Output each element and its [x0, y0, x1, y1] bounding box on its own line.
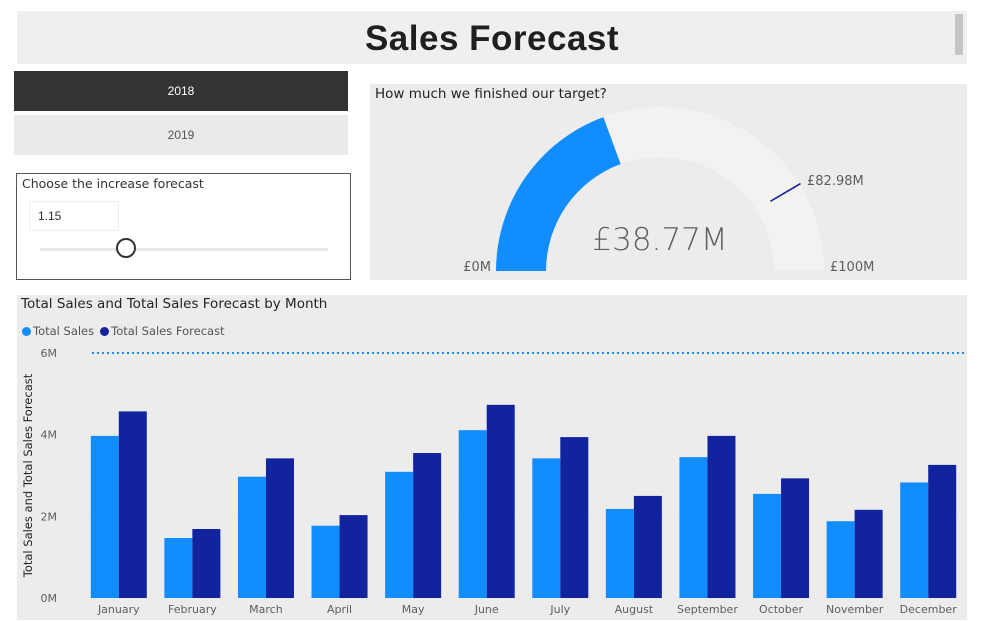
- bar-total-sales-forecast: [633, 495, 662, 598]
- bar-total-sales: [532, 458, 561, 598]
- y-tick-label: 6M: [41, 347, 58, 360]
- bar-total-sales: [679, 457, 708, 598]
- x-tick-label: August: [615, 603, 654, 616]
- bar-total-sales: [237, 476, 266, 598]
- bar-total-sales-forecast: [928, 464, 957, 598]
- bar-total-sales: [826, 521, 855, 598]
- x-tick-label: July: [549, 603, 570, 616]
- year-button-2019[interactable]: 2019: [14, 115, 348, 155]
- forecast-slicer: Choose the increase forecast: [16, 173, 351, 280]
- bar-total-sales-forecast: [781, 478, 810, 598]
- bar-total-sales-forecast: [854, 509, 883, 598]
- x-tick-label: March: [249, 603, 283, 616]
- bar-total-sales: [164, 537, 193, 598]
- x-tick-label: October: [759, 603, 803, 616]
- gauge-min-label: £0M: [463, 260, 491, 275]
- gauge-card: How much we finished our target? £38.77M…: [370, 84, 967, 280]
- title-bar: Sales Forecast: [17, 11, 967, 64]
- bar-total-sales-forecast: [265, 458, 294, 598]
- forecast-slider-track[interactable]: [40, 248, 328, 251]
- x-tick-label: November: [826, 603, 884, 616]
- x-tick-label: May: [402, 603, 425, 616]
- forecast-slicer-title: Choose the increase forecast: [22, 176, 204, 191]
- bar-total-sales: [385, 471, 414, 598]
- x-tick-label: December: [900, 603, 958, 616]
- x-tick-label: April: [327, 603, 352, 616]
- x-tick-label: September: [677, 603, 738, 616]
- y-tick-label: 0M: [41, 592, 58, 605]
- x-tick-label: June: [474, 603, 499, 616]
- y-tick-label: 2M: [41, 510, 58, 523]
- title-scrollbar[interactable]: [955, 14, 963, 55]
- bar-total-sales-forecast: [339, 515, 368, 598]
- bar-total-sales: [605, 508, 634, 598]
- gauge-max-label: £100M: [830, 260, 874, 275]
- gauge-target-label: £82.98M: [807, 174, 864, 189]
- bar-total-sales: [90, 435, 119, 598]
- page-title: Sales Forecast: [364, 19, 620, 58]
- bar-total-sales: [311, 525, 340, 598]
- bar-chart: 0M 2M 4M 6M Total Sales and Total Sales Fore…: [21, 347, 965, 616]
- bar-total-sales-forecast: [486, 404, 515, 598]
- x-tick-label: February: [168, 603, 217, 616]
- bar-total-sales: [458, 430, 487, 598]
- x-tick-label: January: [97, 603, 140, 616]
- bar-total-sales-forecast: [118, 411, 147, 598]
- y-axis-label: Total Sales and Total Sales Forecast: [21, 373, 35, 578]
- bar-total-sales-forecast: [413, 453, 442, 598]
- sales-chart-card: Total Sales and Total Sales Forecast by …: [17, 295, 967, 620]
- year-button-2018[interactable]: 2018: [14, 71, 348, 111]
- bar-total-sales: [900, 482, 929, 598]
- bar-total-sales-forecast: [192, 528, 221, 598]
- gauge-chart: £38.77M £0M £100M £82.98M: [463, 107, 874, 275]
- forecast-value-input[interactable]: [29, 201, 119, 231]
- gauge-value-label: £38.77M: [592, 222, 727, 258]
- bar-total-sales-forecast: [560, 437, 589, 598]
- y-tick-label: 4M: [41, 429, 58, 442]
- bar-total-sales: [753, 493, 782, 598]
- bar-total-sales-forecast: [707, 435, 736, 598]
- forecast-slider-thumb[interactable]: [116, 238, 137, 258]
